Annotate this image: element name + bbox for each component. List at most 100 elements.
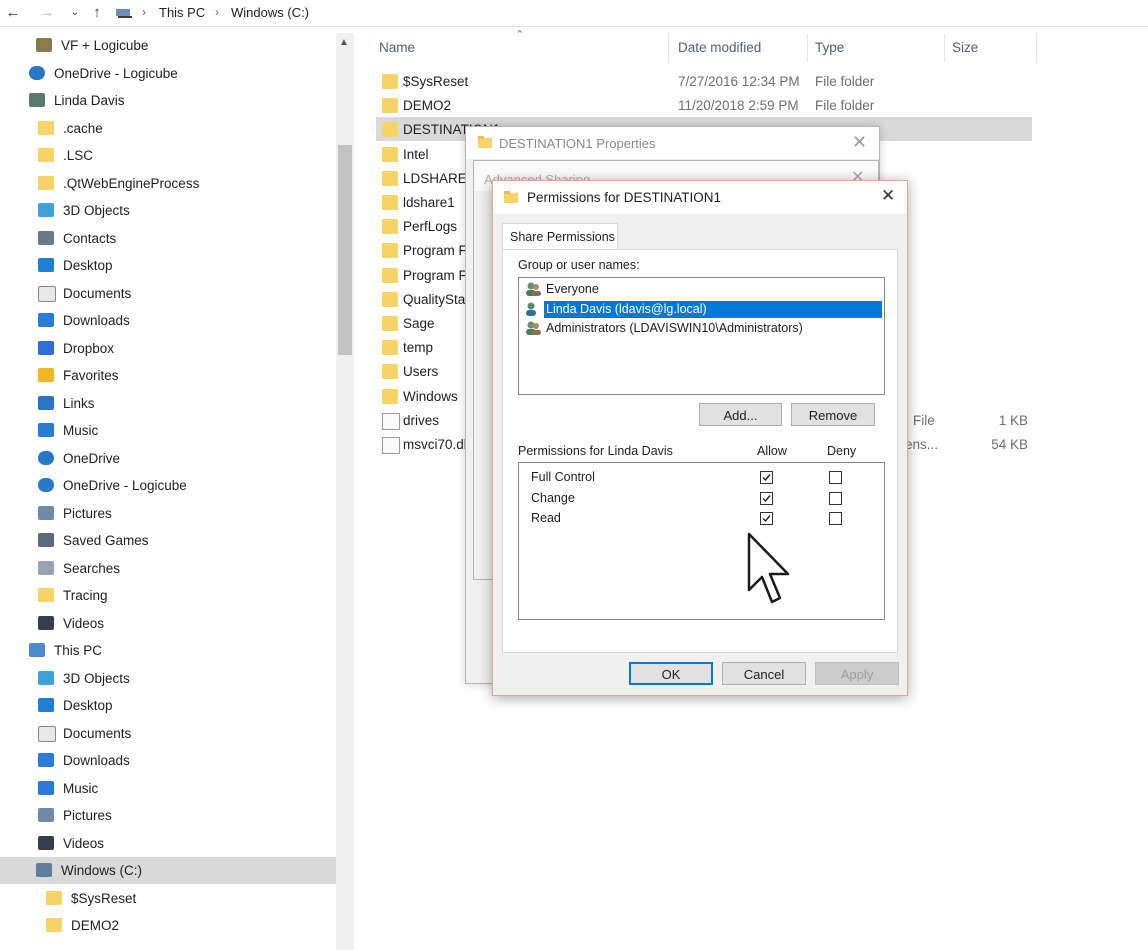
nav-item-cache[interactable]: .cache: [0, 115, 336, 142]
allow-checkbox[interactable]: [760, 491, 773, 505]
nav-item-documents[interactable]: Documents: [0, 280, 336, 307]
column-header-date[interactable]: Date modified: [678, 40, 761, 55]
up-arrow-icon[interactable]: ↑: [86, 3, 108, 23]
nav-item-dropbox[interactable]: Dropbox: [0, 335, 336, 362]
folder-icon: [382, 316, 398, 331]
nav-item-saved-games[interactable]: Saved Games: [0, 527, 336, 554]
user-list-item[interactable]: Linda Davis (ldavis@lg.local): [523, 300, 882, 319]
nav-item-desktop[interactable]: Desktop: [0, 252, 336, 279]
nav-item-downloads[interactable]: Downloads: [0, 747, 336, 774]
nav-item-label: Searches: [63, 560, 121, 576]
file-name: $SysReset: [403, 74, 469, 89]
nav-item-pictures[interactable]: Pictures: [0, 500, 336, 527]
this-pc-icon: [116, 6, 132, 18]
this-pc-icon: [29, 643, 45, 657]
nav-item-onedrive-logicube[interactable]: OneDrive - Logicube: [0, 472, 336, 499]
favorites-icon: [38, 368, 54, 382]
column-divider[interactable]: [944, 34, 945, 62]
nav-item-pictures[interactable]: Pictures: [0, 802, 336, 829]
nav-item-links[interactable]: Links: [0, 390, 336, 417]
nav-item-videos[interactable]: Videos: [0, 830, 336, 857]
nav-item-qtwebengineprocess[interactable]: .QtWebEngineProcess: [0, 170, 336, 197]
back-arrow-icon[interactable]: ←: [2, 3, 24, 23]
apply-button[interactable]: Apply: [815, 662, 899, 685]
chevron-down-icon[interactable]: ⌄: [64, 3, 86, 23]
nav-item-music[interactable]: Music: [0, 775, 336, 802]
allow-checkbox[interactable]: [760, 512, 773, 525]
column-divider[interactable]: [807, 34, 808, 62]
file-name: Program F: [403, 267, 467, 283]
deny-checkbox[interactable]: [829, 512, 842, 525]
column-header-name[interactable]: Name: [379, 40, 415, 55]
downloads-icon: [38, 313, 54, 327]
file-row[interactable]: DEMO2 11/20/2018 2:59 PM File folder: [376, 93, 1032, 117]
ok-button[interactable]: OK: [629, 662, 713, 685]
folder-icon: [382, 267, 398, 283]
permission-name: Read: [531, 511, 561, 525]
scrollbar-thumb[interactable]: [338, 145, 352, 355]
nav-item-favorites[interactable]: Favorites: [0, 362, 336, 389]
column-header-size[interactable]: Size: [952, 40, 978, 55]
user-list-item[interactable]: Everyone: [523, 280, 881, 299]
permission-name: Change: [531, 490, 575, 505]
add-button[interactable]: Add...: [699, 403, 782, 426]
remove-button[interactable]: Remove: [791, 403, 875, 426]
user-name: Linda Davis (ldavis@lg.local): [544, 300, 882, 318]
nav-item-music[interactable]: Music: [0, 417, 336, 444]
nav-item-desktop[interactable]: Desktop: [0, 692, 336, 719]
navigation-scrollbar[interactable]: ▲: [336, 33, 354, 950]
nav-item-windows-c[interactable]: Windows (C:): [0, 857, 336, 884]
nav-item-onedrive[interactable]: OneDrive: [0, 445, 336, 472]
deny-checkbox[interactable]: [829, 471, 842, 484]
music-icon: [38, 423, 54, 437]
column-divider[interactable]: [668, 34, 669, 62]
user-icon: [29, 93, 45, 107]
deny-checkbox[interactable]: [829, 491, 842, 505]
nav-item-tracing[interactable]: Tracing: [0, 582, 336, 609]
file-name: DEMO2: [403, 98, 452, 114]
nav-item-vf-logicube[interactable]: VF + Logicube: [0, 33, 336, 59]
nav-item-label: .cache: [63, 120, 103, 136]
file-row[interactable]: $SysReset 7/27/2016 12:34 PM File folder: [376, 69, 1032, 93]
file-type: File: [913, 412, 935, 428]
group-icon: [525, 281, 541, 297]
nav-item-label: Dropbox: [63, 340, 115, 356]
nav-item-3d-objects[interactable]: 3D Objects: [0, 665, 336, 692]
forward-arrow-icon[interactable]: →: [36, 3, 58, 23]
nav-item-3d-objects[interactable]: 3D Objects: [0, 197, 336, 224]
nav-item-linda-davis[interactable]: Linda Davis: [0, 87, 336, 114]
nav-item-label: Contacts: [63, 230, 117, 246]
cancel-button[interactable]: Cancel: [722, 662, 806, 685]
nav-item-documents[interactable]: Documents: [0, 720, 336, 747]
folder-icon: [382, 364, 398, 380]
scroll-up-icon[interactable]: ▲: [339, 37, 349, 48]
nav-item-onedrive-logicube[interactable]: OneDrive - Logicube: [0, 60, 336, 87]
nav-item-label: VF + Logicube: [61, 38, 149, 53]
user-list[interactable]: Everyone Linda Davis (ldavis@lg.local) Adm…: [518, 277, 885, 395]
nav-item-label: OneDrive - Logicube: [63, 478, 187, 493]
nav-item-label: Downloads: [63, 753, 130, 768]
breadcrumb-windows-c[interactable]: Windows (C:): [231, 5, 309, 20]
nav-item-searches[interactable]: Searches: [0, 555, 336, 582]
close-icon[interactable]: ✕: [852, 132, 867, 153]
nav-item-contacts[interactable]: Contacts: [0, 225, 336, 252]
close-icon[interactable]: ✕: [881, 186, 895, 206]
file-name: ldshare1: [403, 195, 455, 210]
nav-item-videos[interactable]: Videos: [0, 610, 336, 637]
allow-checkbox[interactable]: [760, 471, 773, 484]
folder-icon: [382, 340, 398, 356]
user-list-item[interactable]: Administrators (LDAVISWIN10\Administrato…: [523, 319, 881, 338]
file-name: msvci70.dl: [403, 437, 467, 452]
nav-item-downloads[interactable]: Downloads: [0, 307, 336, 334]
nav-item-lsc[interactable]: .LSC: [0, 142, 336, 169]
column-header-type[interactable]: Type: [815, 40, 844, 55]
desktop-icon: [38, 258, 54, 272]
column-divider[interactable]: [1036, 34, 1037, 62]
nav-item-demo2[interactable]: DEMO2: [0, 912, 336, 939]
nav-item-this-pc[interactable]: This PC: [0, 637, 336, 664]
tab-share-permissions[interactable]: Share Permissions: [502, 223, 618, 250]
breadcrumb-this-pc[interactable]: This PC: [159, 5, 205, 20]
nav-item-label: Pictures: [63, 808, 112, 823]
nav-item-sysreset[interactable]: $SysReset: [0, 885, 336, 912]
permissions-header-label: Permissions for Linda Davis: [518, 444, 673, 458]
